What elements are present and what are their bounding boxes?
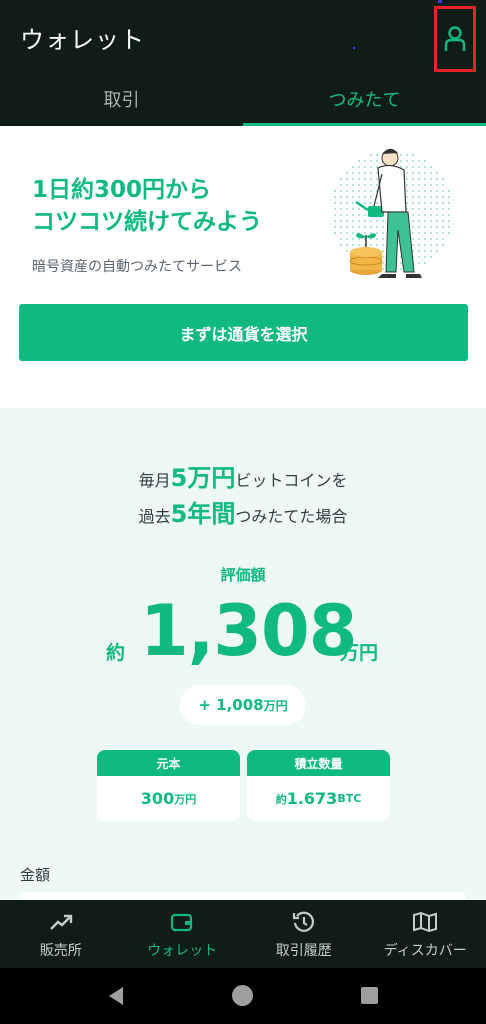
quantity-card: 積立数量 約 1.673 BTC	[247, 750, 390, 821]
nav-label-exchange: 販売所	[39, 943, 82, 959]
promo-heading-line2: コツコツ続けてみよう	[32, 209, 262, 235]
gain-unit: 万円	[263, 698, 288, 713]
nav-label-history: 取引履歴	[275, 943, 332, 959]
tab-trade[interactable]: 取引	[0, 72, 243, 126]
gain-value: + 1,008	[198, 696, 264, 714]
person-icon	[444, 26, 466, 51]
app-header: ウォレット	[0, 0, 486, 72]
back-triangle-icon[interactable]	[106, 986, 126, 1006]
principal-label: 元本	[97, 750, 240, 776]
map-icon	[411, 908, 439, 936]
evaluation-value: 1,308	[140, 590, 357, 672]
principal-card: 元本 300 万円	[97, 750, 240, 821]
watering-person-illustration	[330, 148, 454, 278]
quantity-unit: BTC	[337, 792, 362, 805]
nav-label-wallet: ウォレット	[147, 943, 218, 959]
amount-label: 金額	[20, 866, 51, 884]
principal-unit: 万円	[174, 792, 197, 806]
profile-button[interactable]	[434, 6, 476, 72]
principal-value: 300	[140, 789, 175, 808]
sim-duration: 5年間	[170, 500, 236, 528]
page-title: ウォレット	[20, 26, 145, 54]
promo-subtitle: 暗号資産の自動つみたてサービス	[32, 259, 242, 275]
quantity-prefix: 約	[275, 792, 287, 806]
quantity-label: 積立数量	[247, 750, 390, 776]
select-currency-button[interactable]: まずは通貨を選択	[19, 304, 468, 361]
nav-item-discover[interactable]: ディスカバー	[365, 900, 486, 968]
sim-line2-prefix: 過去	[138, 507, 171, 526]
artifact-dot	[438, 0, 442, 3]
promo-heading: 1日約300円から コツコツ続けてみよう	[32, 174, 262, 238]
artifact-dot	[353, 47, 355, 49]
approx-label: 約	[106, 642, 126, 664]
evaluation-label: 評価額	[220, 566, 266, 584]
quantity-value: 1.673	[286, 789, 338, 808]
wallet-icon	[168, 908, 196, 936]
evaluation-unit: 万円	[340, 642, 379, 664]
tab-bar: 取引 つみたて	[0, 72, 486, 126]
history-icon	[290, 908, 318, 936]
quantity-value-row: 約 1.673 BTC	[247, 776, 390, 821]
trend-chart-icon	[47, 908, 75, 936]
sim-line2: 過去5年間つみたてた場合	[0, 494, 486, 529]
nav-item-history[interactable]: 取引履歴	[243, 900, 365, 968]
gain-badge: + 1,008 万円	[180, 685, 306, 725]
bottom-nav: 販売所 ウォレット 取引履歴 ディスカバー	[0, 900, 486, 968]
sim-line1: 毎月5万円ビットコインを	[0, 458, 486, 493]
nav-item-wallet[interactable]: ウォレット	[122, 900, 244, 968]
tab-tsumitate[interactable]: つみたて	[243, 72, 486, 126]
nav-item-exchange[interactable]: 販売所	[0, 900, 122, 968]
recent-square-icon[interactable]	[361, 987, 378, 1004]
promo-section: 1日約300円から コツコツ続けてみよう 暗号資産の自動つみたてサービス まずは…	[0, 126, 486, 408]
sim-monthly-amount: 5万円	[170, 464, 236, 492]
sim-line2-suffix: つみたてた場合	[235, 507, 348, 526]
promo-heading-line1: 1日約300円から	[32, 177, 212, 203]
evaluation-value-row: 約 1,308 万円	[0, 586, 486, 676]
sim-line1-prefix: 毎月	[138, 471, 171, 490]
nav-label-discover: ディスカバー	[383, 943, 467, 959]
home-circle-icon[interactable]	[232, 985, 253, 1006]
principal-value-row: 300 万円	[97, 776, 240, 821]
simulation-section: 毎月5万円ビットコインを 過去5年間つみたてた場合 評価額 約 1,308 万円…	[0, 408, 486, 902]
sim-line1-suffix: ビットコインを	[235, 471, 348, 490]
